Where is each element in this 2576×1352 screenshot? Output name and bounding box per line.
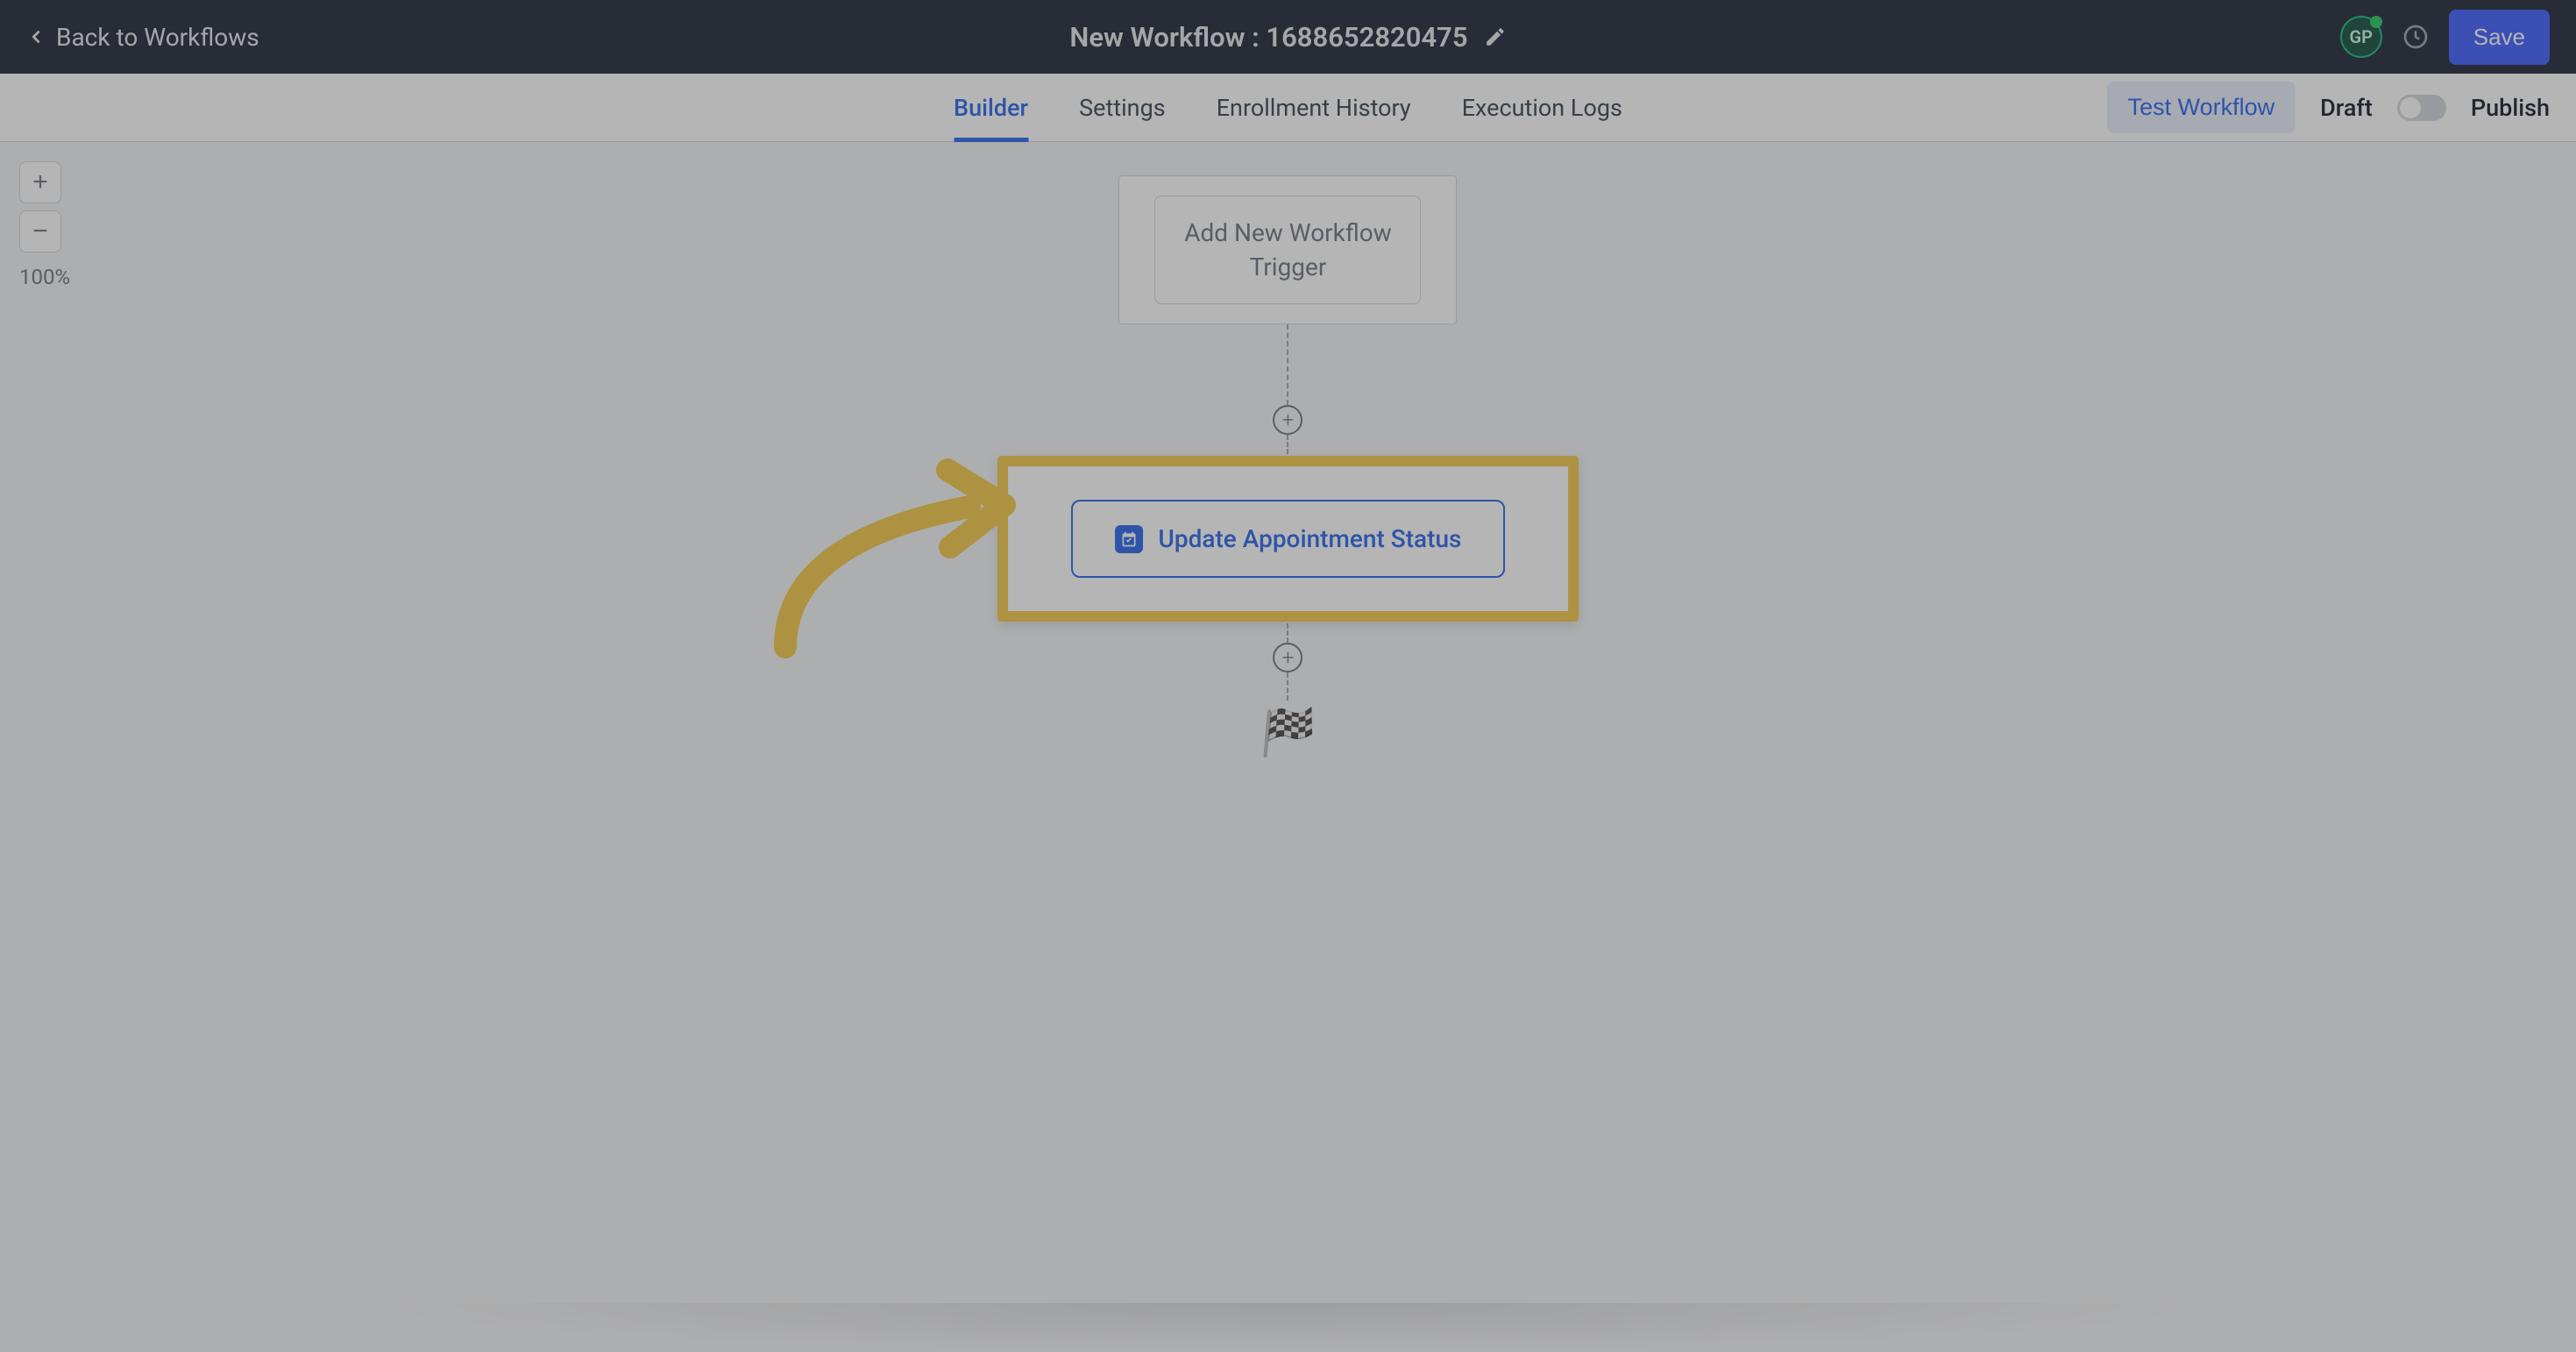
add-step-button-bottom[interactable]: +	[1273, 643, 1302, 672]
connector-line	[1287, 623, 1288, 643]
connector-line	[1287, 324, 1288, 405]
header-right: GP Save	[2340, 10, 2550, 65]
tab-settings[interactable]: Settings	[1079, 74, 1166, 141]
test-workflow-button[interactable]: Test Workflow	[2107, 82, 2296, 133]
tabs: Builder Settings Enrollment History Exec…	[954, 74, 1622, 141]
publish-label: Publish	[2471, 94, 2550, 122]
trigger-wrapper: Add New Workflow Trigger	[1118, 175, 1457, 324]
tab-bar: Builder Settings Enrollment History Exec…	[0, 74, 2576, 142]
history-icon[interactable]	[2402, 23, 2430, 51]
update-appointment-status-card[interactable]: Update Appointment Status	[1071, 500, 1506, 578]
calendar-check-icon	[1115, 525, 1143, 553]
publish-toggle[interactable]	[2397, 95, 2446, 121]
edit-icon[interactable]	[1484, 25, 1507, 48]
zoom-in-button[interactable]: +	[19, 161, 61, 203]
workflow-flow: Add New Workflow Trigger + Update Appoin…	[997, 175, 1579, 759]
highlighted-action-wrapper: Update Appointment Status	[997, 456, 1579, 622]
tab-execution-logs[interactable]: Execution Logs	[1462, 74, 1622, 141]
avatar-initials: GP	[2350, 26, 2373, 47]
tab-enrollment-history[interactable]: Enrollment History	[1217, 74, 1411, 141]
annotation-arrow	[759, 454, 1031, 665]
top-header: Back to Workflows New Workflow : 1688652…	[0, 0, 2576, 74]
bottom-shadow	[351, 1303, 2226, 1352]
workflow-title: New Workflow : 1688652820475	[1069, 21, 1467, 53]
add-trigger-button[interactable]: Add New Workflow Trigger	[1154, 196, 1421, 304]
avatar[interactable]: GP	[2340, 16, 2382, 58]
zoom-controls: + − 100%	[19, 161, 70, 289]
tab-right-controls: Test Workflow Draft Publish	[2107, 82, 2576, 133]
chevron-left-icon	[26, 27, 46, 46]
add-step-button-top[interactable]: +	[1273, 405, 1302, 435]
zoom-out-button[interactable]: −	[19, 210, 61, 253]
save-button[interactable]: Save	[2449, 10, 2550, 65]
header-center: New Workflow : 1688652820475	[1069, 21, 1506, 53]
draft-label: Draft	[2320, 94, 2373, 122]
connector-line	[1287, 672, 1288, 701]
action-label: Update Appointment Status	[1159, 524, 1462, 553]
end-flag-icon: 🏁	[1254, 706, 1323, 759]
back-label: Back to Workflows	[56, 23, 259, 52]
connector-line	[1287, 435, 1288, 454]
workflow-canvas[interactable]: + − 100% Add New Workflow Trigger + Upda…	[0, 142, 2576, 1352]
tab-builder[interactable]: Builder	[954, 74, 1028, 141]
zoom-level: 100%	[19, 265, 70, 289]
back-to-workflows-link[interactable]: Back to Workflows	[26, 23, 259, 52]
